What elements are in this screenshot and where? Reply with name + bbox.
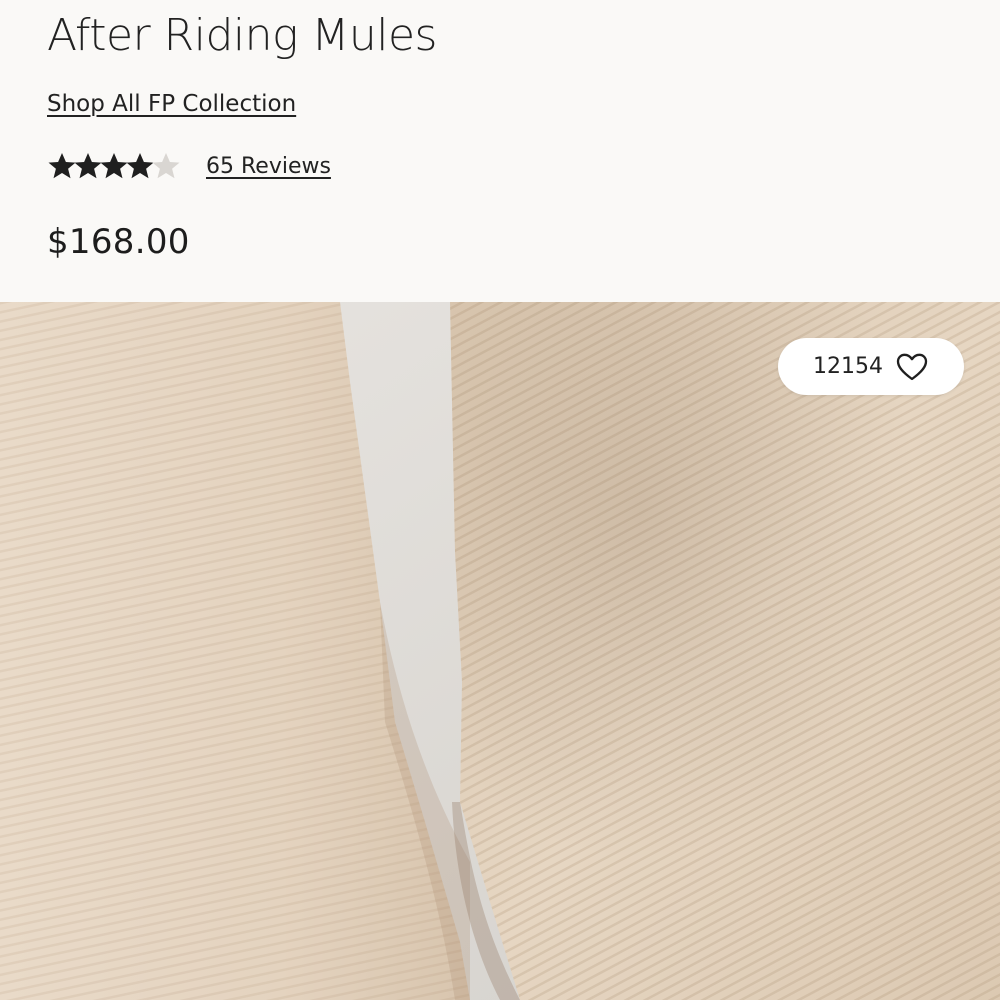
shop-collection-link[interactable]: Shop All FP Collection [47, 89, 296, 119]
star-rating[interactable] [47, 146, 180, 186]
star-empty-icon [152, 153, 180, 179]
rating-row: 65 Reviews [47, 146, 331, 186]
reviews-link[interactable]: 65 Reviews [206, 154, 331, 179]
corduroy-pants-photo [0, 302, 1000, 1000]
product-price: $168.00 [47, 222, 190, 262]
wishlist-count: 12154 [813, 354, 883, 379]
product-image[interactable] [0, 302, 1000, 1000]
wishlist-button[interactable]: 12154 [778, 338, 964, 395]
product-title: After Riding Mules [47, 10, 437, 61]
heart-outline-icon [896, 353, 928, 380]
